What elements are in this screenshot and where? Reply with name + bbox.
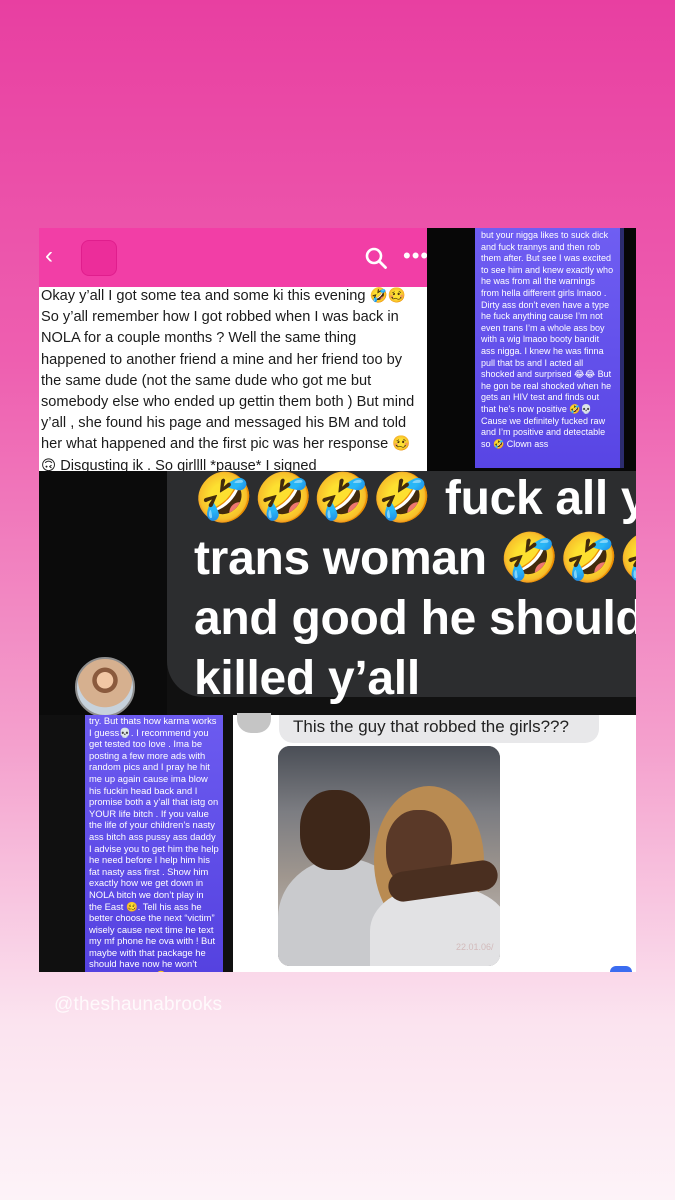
more-options-icon[interactable]: ••• <box>403 245 429 267</box>
top-right-screenshot: but your nigga likes to suck dick and fu… <box>427 228 636 471</box>
tweet-screenshot: 🤣🤣🤣🤣 fuck all y trans woman 🤣🤣🤣 and good… <box>39 471 636 717</box>
chat-edge-indicator <box>610 966 632 972</box>
comment-line-1: 🤣🤣🤣🤣 fuck all y <box>194 472 636 525</box>
chat-avatar <box>237 713 271 733</box>
app-post: ‹ ••• Okay y’all I got some tea and some… <box>39 228 429 474</box>
comment-text: 🤣🤣🤣🤣 fuck all y trans woman 🤣🤣🤣 and good… <box>194 469 636 709</box>
photo-woman-body <box>370 886 500 966</box>
comment-line-4: killed y’all <box>194 652 420 705</box>
photo-man-head <box>300 790 370 870</box>
comment-bubble: 🤣🤣🤣🤣 fuck all y trans woman 🤣🤣🤣 and good… <box>167 471 636 705</box>
comment-line-2: trans woman 🤣🤣🤣 <box>194 532 636 585</box>
app-header-bar: ‹ ••• <box>39 228 429 287</box>
back-icon[interactable]: ‹ <box>45 244 69 268</box>
screenshot-collage: ‹ ••• Okay y’all I got some tea and some… <box>39 228 636 972</box>
avatar[interactable] <box>81 240 117 276</box>
message-bubble-bottom-left: try. But thats how karma works I guess💀.… <box>85 715 223 972</box>
bottom-left-screenshot: try. But thats how karma works I guess💀.… <box>39 715 233 972</box>
username-watermark: @theshaunabrooks <box>54 994 223 1015</box>
search-icon[interactable] <box>365 247 387 269</box>
chat-message-bubble: This the guy that robbed the girls??? <box>279 715 599 743</box>
post-body-text: Okay y’all I got some tea and some ki th… <box>41 288 415 474</box>
profile-avatar <box>75 657 135 717</box>
photo-date-stamp: 22.01.06/ <box>456 942 494 952</box>
chat-photo[interactable]: 22.01.06/ <box>278 746 500 966</box>
bubble-edge-strip <box>620 228 624 468</box>
chat-screenshot: This the guy that robbed the girls??? 22… <box>233 713 636 972</box>
comment-line-3: and good he should <box>194 592 636 645</box>
message-bubble-top-right: but your nigga likes to suck dick and fu… <box>475 228 620 468</box>
